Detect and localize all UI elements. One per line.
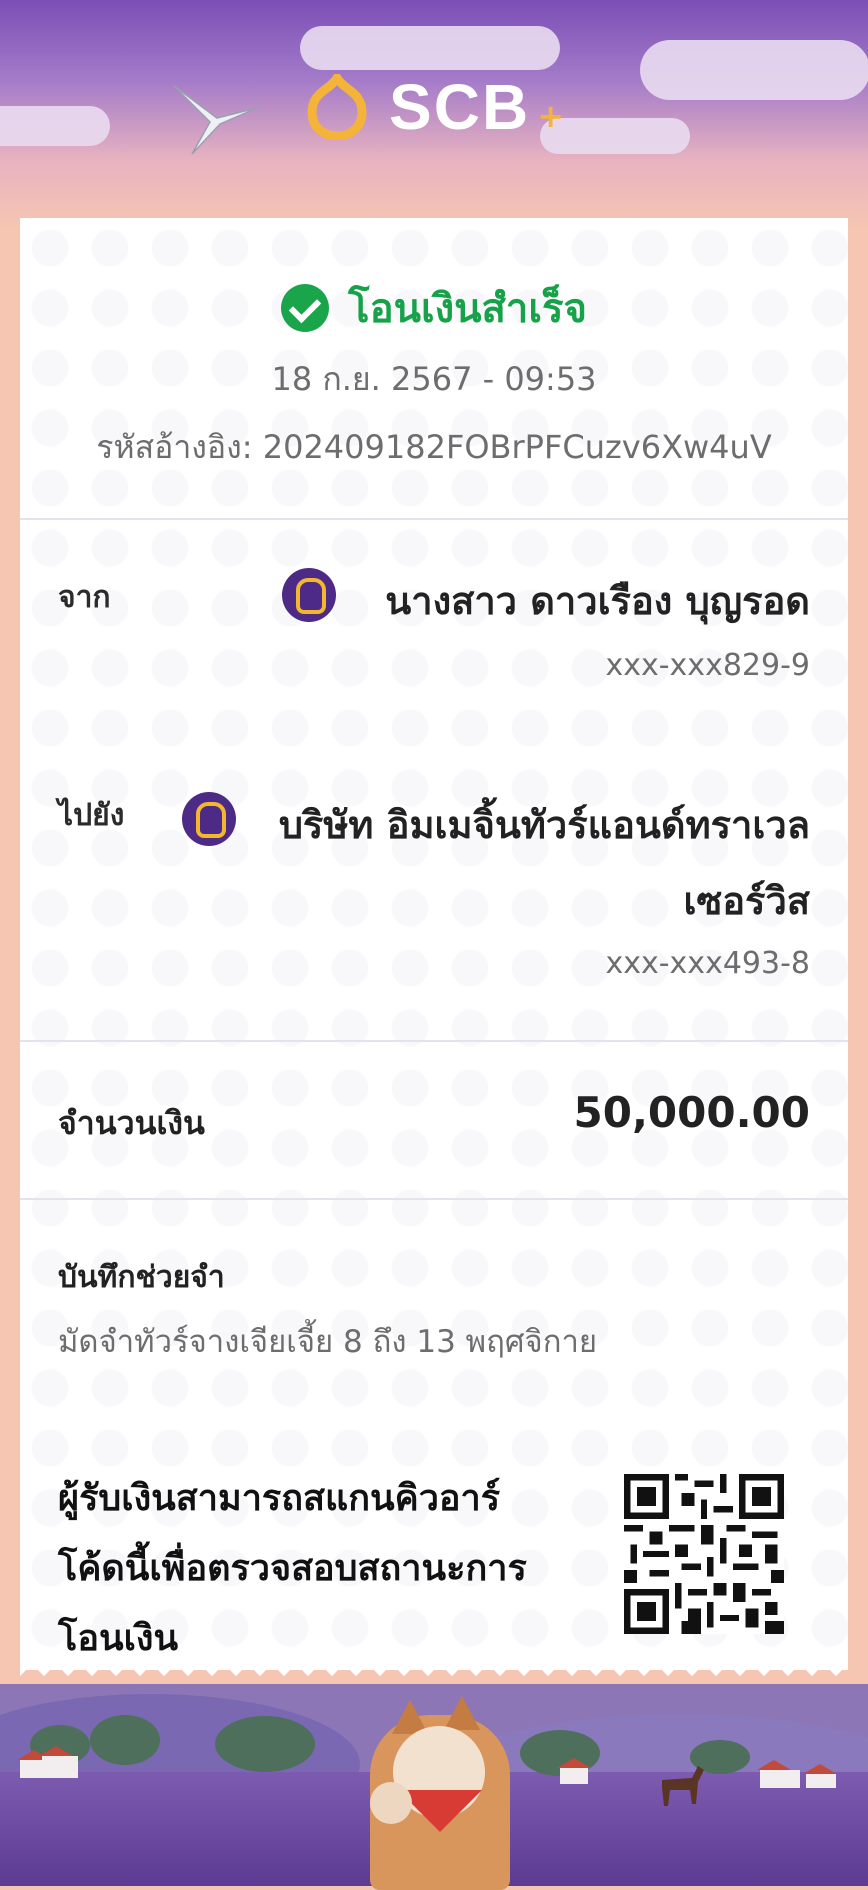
sender-name: นางสาว ดาวเรือง บุญรอด xyxy=(385,579,810,623)
reference-label: รหัสอ้างอิง: xyxy=(96,428,253,466)
sender-bank-icon xyxy=(282,568,336,622)
divider xyxy=(20,1198,848,1200)
receiver-name-line1: บริษัท อิมเมจิ้นทัวร์แอนด์ทราเวล xyxy=(278,803,810,847)
from-label: จาก xyxy=(58,580,111,615)
amount-label: จำนวนเงิน xyxy=(58,1104,205,1142)
reference-value: 202409182FOBrPFCuzv6Xw4uV xyxy=(262,428,772,466)
check-circle-icon xyxy=(281,284,330,332)
shiba-paw xyxy=(370,1782,412,1824)
brand-plus-icon: + xyxy=(537,97,565,135)
receiver-name-line2: เซอร์วิส xyxy=(683,879,810,923)
scb-brand: SCB + xyxy=(0,70,868,144)
transaction-datetime: 18 ก.ย. 2567 - 09:53 xyxy=(271,360,597,398)
qr-instruction-line2: โค้ดนี้เพื่อตรวจสอบสถานะการ xyxy=(58,1548,527,1589)
receipt-card: โอนเงินสำเร็จ 18 ก.ย. 2567 - 09:53 รหัสอ… xyxy=(20,218,848,1670)
sender-account: xxx-xxx829-9 xyxy=(605,648,810,683)
to-label: ไปยัง xyxy=(58,798,125,833)
header-banner: SCB + xyxy=(0,0,868,230)
qr-instruction-line1: ผู้รับเงินสามารถสแกนคิวอาร์ xyxy=(58,1478,501,1519)
divider xyxy=(20,518,848,520)
scb-logo-icon xyxy=(307,74,367,140)
receiver-bank-icon xyxy=(182,792,236,846)
transfer-status: โอนเงินสำเร็จ xyxy=(20,276,848,340)
reference-code: รหัสอ้างอิง: 202409182FOBrPFCuzv6Xw4uV xyxy=(20,422,848,473)
status-text: โอนเงินสำเร็จ xyxy=(348,286,587,332)
memo-label: บันทึกช่วยจำ xyxy=(58,1260,225,1295)
receipt-zigzag-edge xyxy=(20,1660,848,1684)
horse-illustration xyxy=(662,1766,704,1806)
qr-instruction: ผู้รับเงินสามารถสแกนคิวอาร์ โค้ดนี้เพื่อ… xyxy=(58,1464,558,1674)
divider xyxy=(20,1040,848,1042)
receiver-account: xxx-xxx493-8 xyxy=(605,946,810,981)
qr-code-icon[interactable] xyxy=(624,1474,784,1634)
amount-value: 50,000.00 xyxy=(573,1088,810,1137)
memo-value: มัดจำทัวร์จางเจียเจี้ย 8 ถึง 13 พฤศจิกาย xyxy=(58,1324,598,1360)
brand-name: SCB xyxy=(389,71,531,143)
